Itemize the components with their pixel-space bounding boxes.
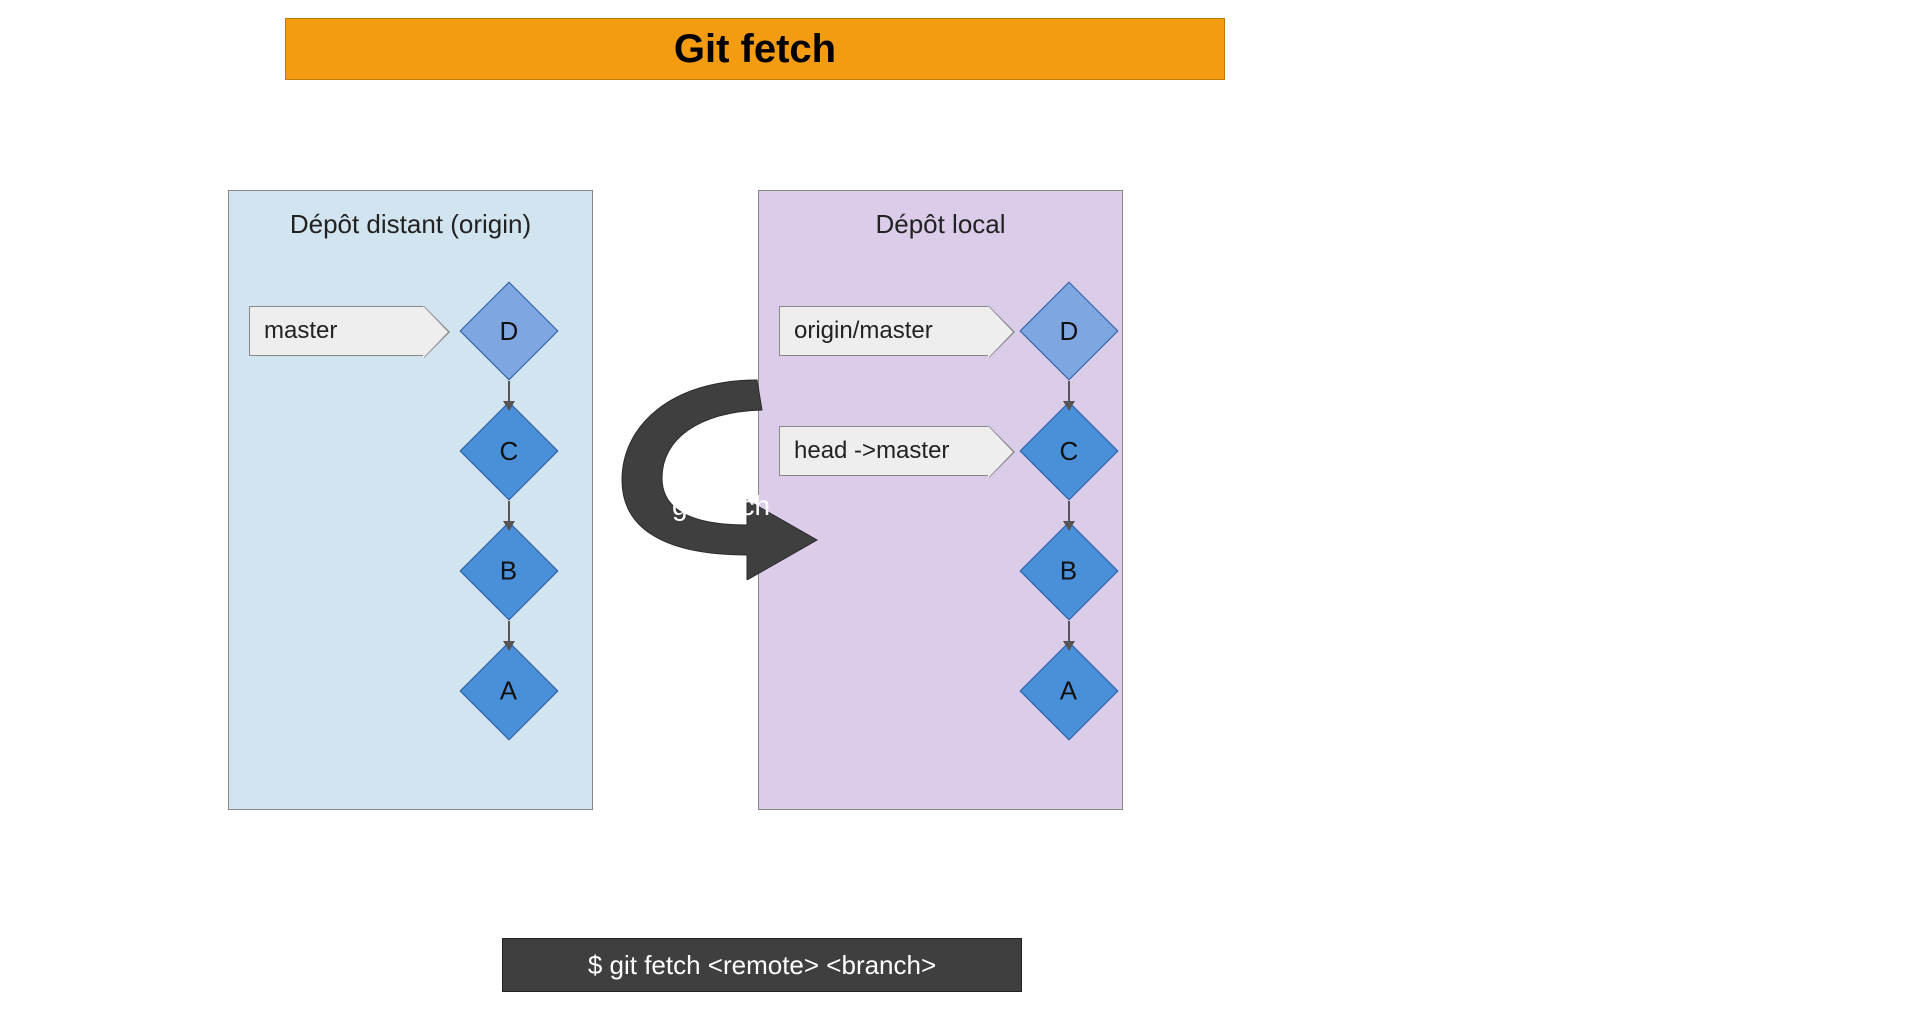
arrowhead-down-icon: [1063, 641, 1075, 651]
arrowhead-down-icon: [1063, 401, 1075, 411]
connector-arrow-icon: [508, 501, 510, 523]
commit-label: C: [500, 436, 519, 467]
local-pointer-origin-master: origin/master: [779, 306, 989, 356]
commit-node: D: [1020, 282, 1119, 381]
fetch-arrow-label: git fetch: [672, 490, 770, 522]
arrowhead-down-icon: [1063, 521, 1075, 531]
commit-node: C: [460, 402, 559, 501]
local-repo-heading: Dépôt local: [759, 209, 1122, 240]
remote-repo-box: Dépôt distant (origin) master D C B A: [228, 190, 593, 810]
commit-node: D: [460, 282, 559, 381]
fetch-arrow-icon: git fetch: [612, 370, 842, 560]
commit-node: B: [460, 522, 559, 621]
arrowhead-down-icon: [503, 401, 515, 411]
commit-label: A: [1060, 676, 1077, 707]
commit-label: A: [500, 676, 517, 707]
commit-node: C: [1020, 402, 1119, 501]
command-text: $ git fetch <remote> <branch>: [502, 938, 1022, 992]
remote-pointer-master: master: [249, 306, 424, 356]
remote-repo-heading: Dépôt distant (origin): [229, 209, 592, 240]
commit-node: B: [1020, 522, 1119, 621]
commit-label: C: [1060, 436, 1079, 467]
commit-label: B: [500, 556, 517, 587]
connector-arrow-icon: [508, 621, 510, 643]
arrowhead-down-icon: [503, 641, 515, 651]
connector-arrow-icon: [1068, 381, 1070, 403]
connector-arrow-icon: [508, 381, 510, 403]
page-title: Git fetch: [285, 18, 1225, 80]
arrowhead-down-icon: [503, 521, 515, 531]
commit-node: A: [460, 642, 559, 741]
connector-arrow-icon: [1068, 621, 1070, 643]
commit-label: D: [1060, 316, 1079, 347]
connector-arrow-icon: [1068, 501, 1070, 523]
commit-node: A: [1020, 642, 1119, 741]
commit-label: B: [1060, 556, 1077, 587]
commit-label: D: [500, 316, 519, 347]
